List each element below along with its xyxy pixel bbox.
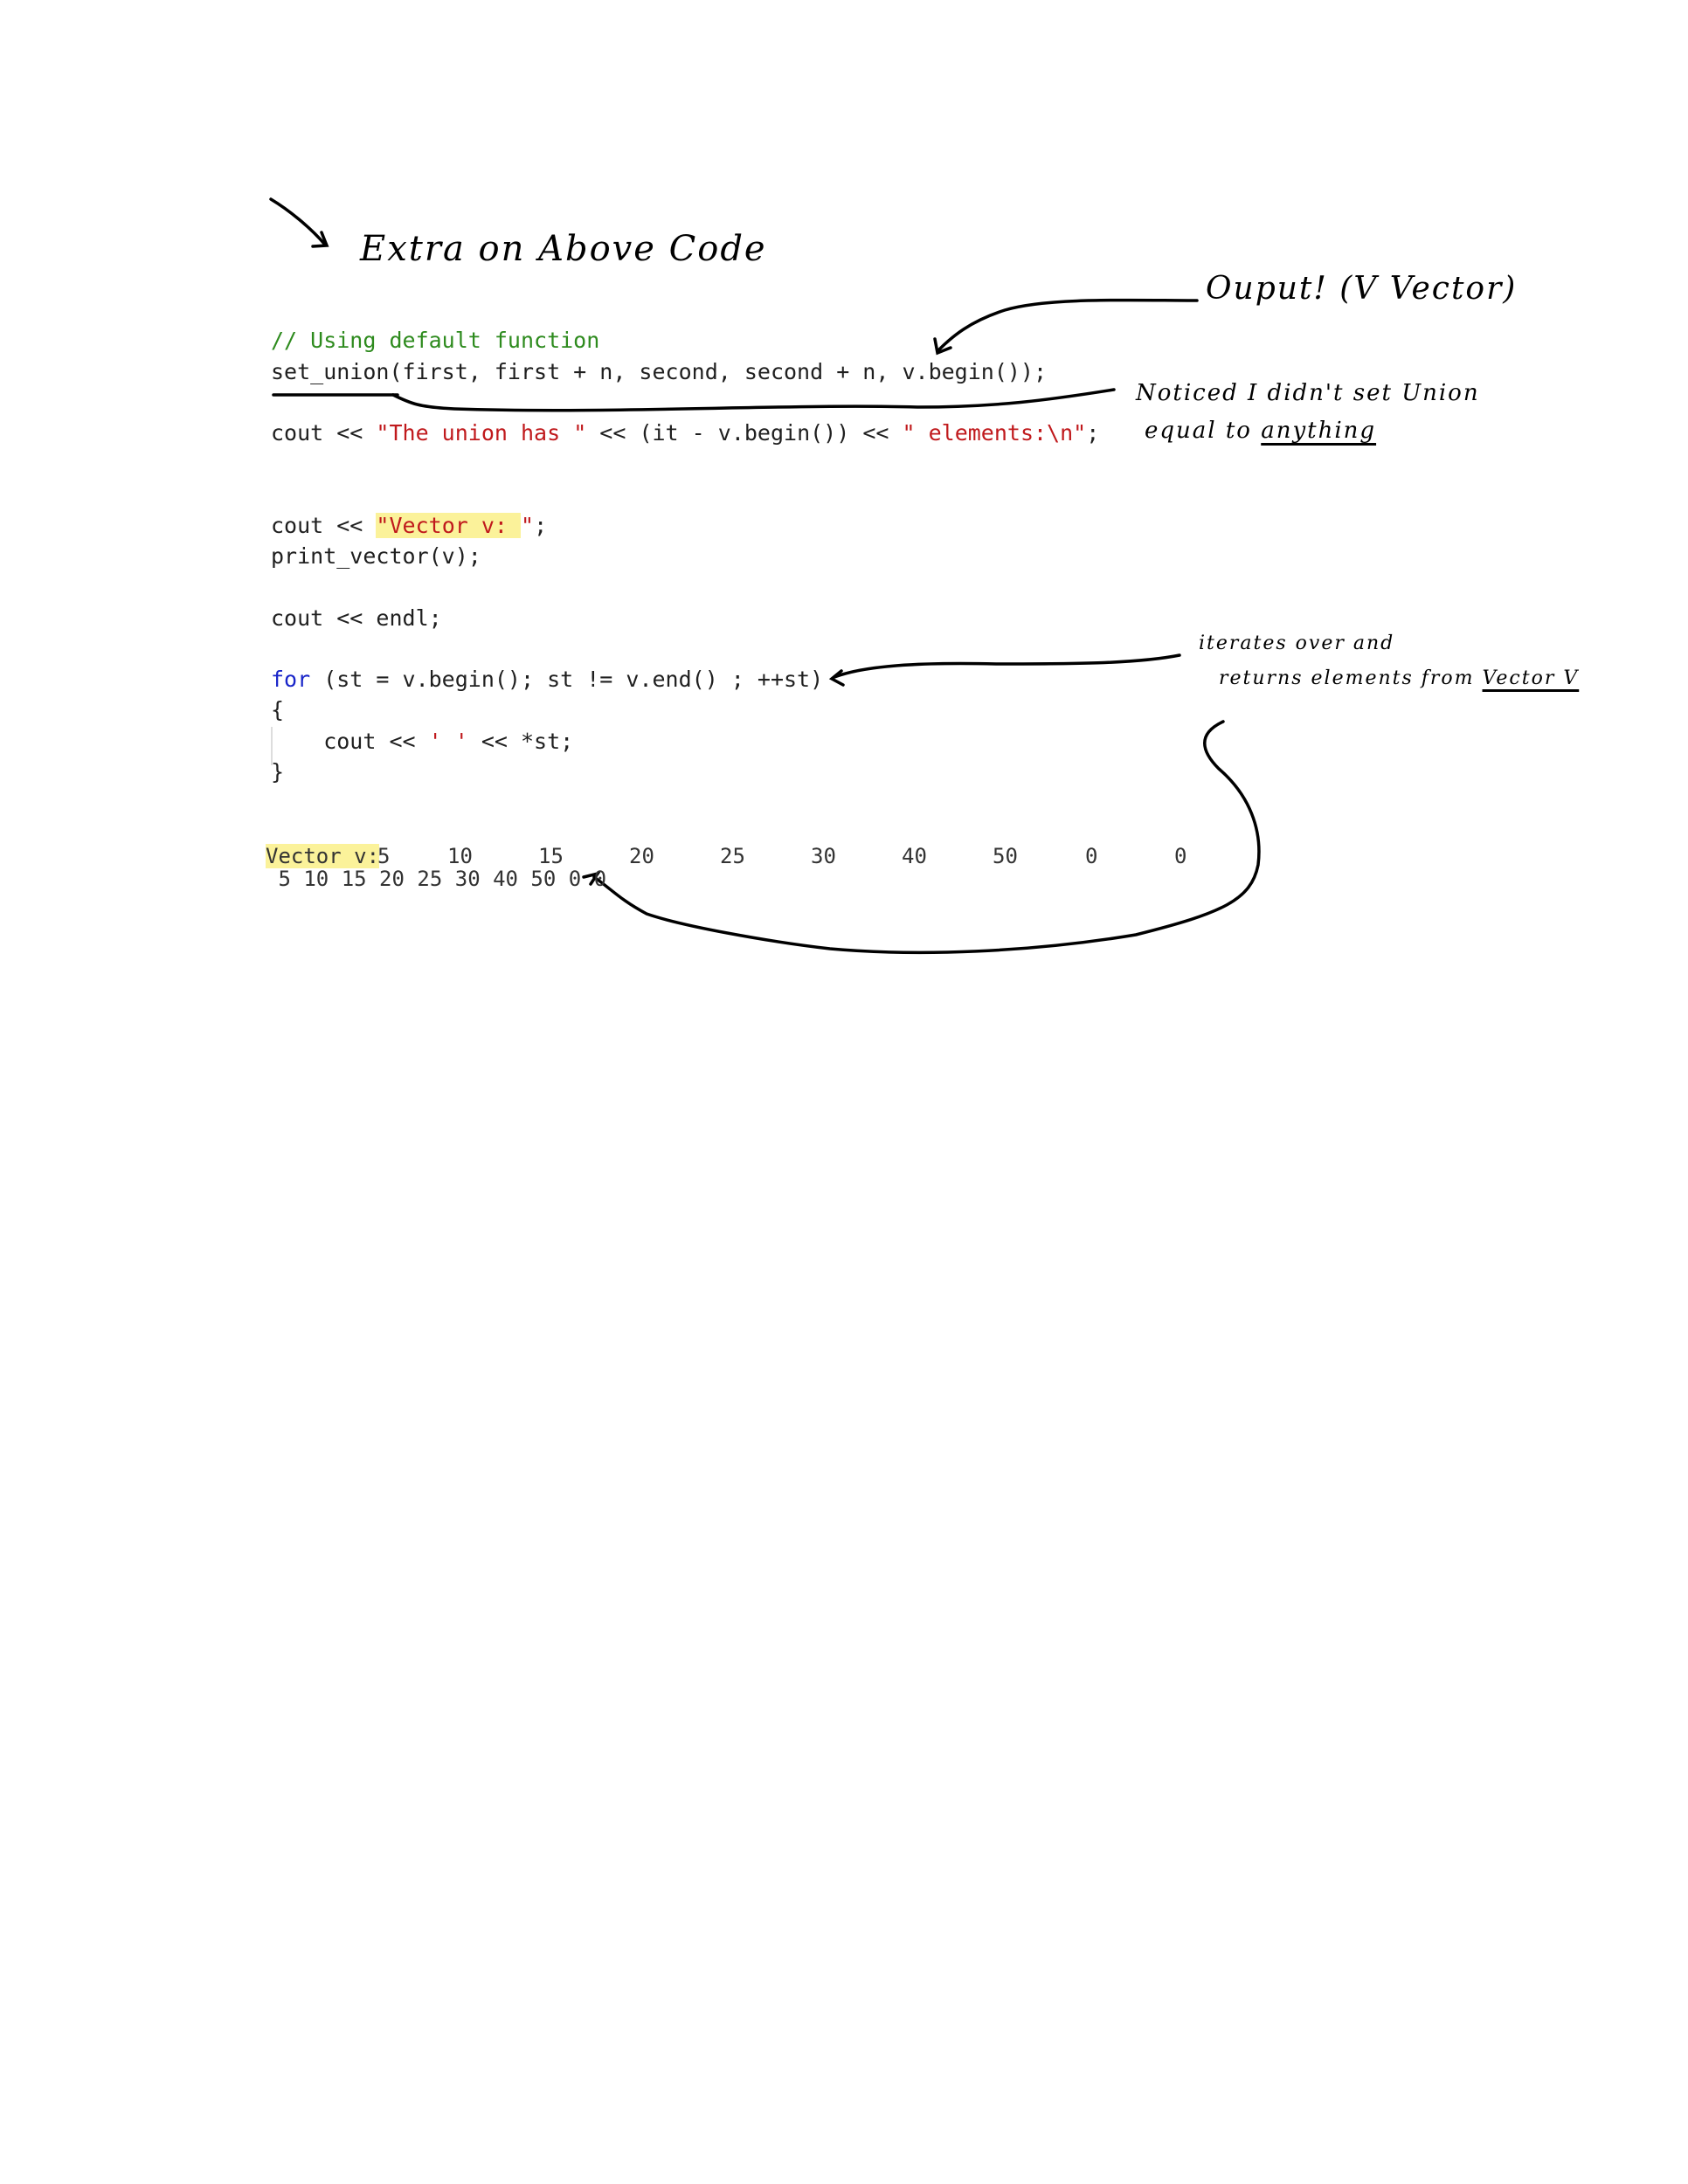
iter-note-line-2: returns elements from Vector V	[1219, 667, 1580, 689]
vector-value: 10	[447, 844, 473, 868]
loop-output-line: 5 10 15 20 25 30 40 50 0 0	[266, 867, 607, 891]
set-union-line: set_union(first, first + n, second, seco…	[271, 359, 1048, 384]
print-vector-line: print_vector(v);	[271, 543, 481, 569]
vector-value: 0	[1085, 844, 1098, 868]
vector-value: 5	[377, 844, 391, 868]
union-count-line: cout << "The union has " << (it - v.begi…	[271, 420, 1100, 446]
output-arrow-icon	[937, 298, 1199, 351]
endl-line: cout << endl;	[271, 605, 442, 631]
vector-value: 30	[811, 844, 836, 868]
vector-value: 0	[1174, 844, 1187, 868]
vector-value: 50	[993, 844, 1018, 868]
page-title: Extra on Above Code	[360, 229, 767, 269]
brace-open: {	[271, 697, 285, 722]
code-comment: // Using default function	[271, 328, 600, 353]
brace-close: }	[271, 759, 285, 784]
notes-page: Extra on Above Code Ouput! (V Vector) No…	[0, 0, 1688, 2184]
output-note: Ouput! (V Vector)	[1206, 271, 1518, 307]
union-note-line-1: Noticed I didn't set Union	[1136, 380, 1480, 406]
vector-v-underlined: Vector V	[1482, 667, 1580, 689]
loop-body-line: cout << ' ' << *st;	[271, 729, 574, 754]
union-note-line-2: equal to anything	[1145, 418, 1377, 444]
vector-value: 25	[720, 844, 745, 868]
loop-arrow-icon	[833, 653, 1181, 679]
vector-value: 15	[538, 844, 564, 868]
vector-label-line: cout << "Vector v: ";	[271, 513, 548, 538]
iter-output-arrow-icon	[592, 720, 1261, 955]
anything-underlined: anything	[1261, 418, 1377, 444]
iter-note-line-1: iterates over and	[1199, 632, 1395, 654]
vector-output-label: Vector v:	[266, 844, 380, 868]
vector-value: 20	[629, 844, 654, 868]
pointer-arrow-icon	[269, 197, 327, 246]
for-loop-line: for (st = v.begin(); st != v.end() ; ++s…	[271, 667, 824, 692]
ink-strokes	[269, 197, 1261, 955]
vector-value: 40	[902, 844, 927, 868]
union-note-arrow-icon	[391, 388, 1116, 412]
